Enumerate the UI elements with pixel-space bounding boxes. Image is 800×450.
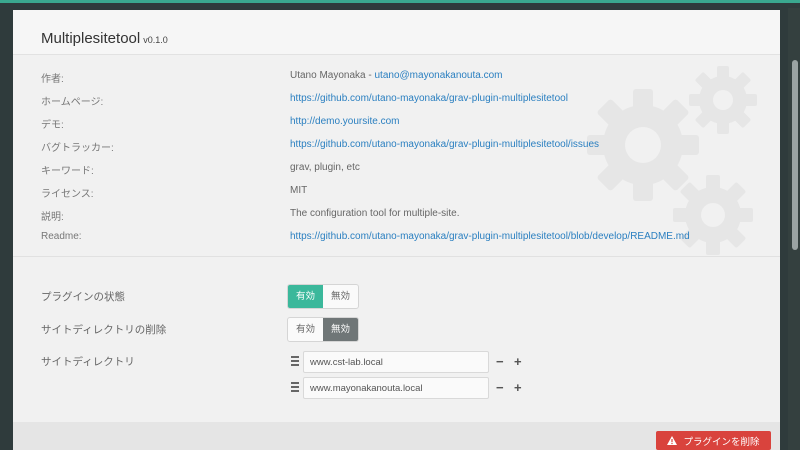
bugtracker-link[interactable]: https://github.com/utano-mayonaka/grav-p… [290,139,599,150]
readme-link[interactable]: https://github.com/utano-mayonaka/grav-p… [290,231,690,242]
info-label: キーワード: [41,166,94,177]
page-title: Multiplesitetool v0.1.0 [41,30,168,47]
plugin-state-toggle: 有効 無効 [287,284,359,309]
plugin-state-label: プラグインの状態 [41,291,125,303]
info-label: 作者: [41,74,64,85]
description-value: The configuration tool for multiple-site… [290,208,460,219]
author-email-link[interactable]: utano@mayonakanouta.com [375,70,503,81]
delete-site-dir-disabled-option[interactable]: 無効 [323,318,358,341]
plugin-version: v0.1.0 [143,35,168,45]
site-directory-label: サイトディレクトリ [41,356,135,368]
plugin-state-enabled-option[interactable]: 有効 [288,285,323,308]
demo-link[interactable]: http://demo.yoursite.com [290,116,400,127]
author-name: Utano Mayonaka - [290,70,375,81]
scrollbar-thumb[interactable] [792,60,798,250]
info-label: 説明: [41,212,64,223]
remove-item-button[interactable]: − [496,381,504,395]
site-directory-input[interactable]: www.cst-lab.local [303,351,489,373]
drag-handle-icon[interactable] [291,382,299,394]
homepage-link[interactable]: https://github.com/utano-mayonaka/grav-p… [290,93,568,104]
add-item-button[interactable]: + [514,355,522,369]
delete-site-dir-enabled-option[interactable]: 有効 [288,318,323,341]
drag-handle-icon[interactable] [291,356,299,368]
plugin-panel: Multiplesitetool v0.1.0 作者: Utano Mayona… [13,10,780,450]
license-value: MIT [290,185,308,196]
top-accent-bar [0,0,800,3]
site-directory-input[interactable]: www.mayonakanouta.local [303,377,489,399]
plugin-title: Multiplesitetool [41,30,141,47]
delete-plugin-label: プラグインを削除 [683,436,760,448]
delete-site-dir-toggle: 有効 無効 [287,317,359,342]
section-divider [13,256,780,257]
delete-site-dir-label: サイトディレクトリの削除 [41,324,167,336]
info-label: Readme: [41,231,82,242]
info-label: バグトラッカー: [41,143,114,154]
remove-item-button[interactable]: − [496,355,504,369]
info-value: Utano Mayonaka - utano@mayonakanouta.com [290,70,503,81]
keywords-value: grav, plugin, etc [290,162,360,173]
add-item-button[interactable]: + [514,381,522,395]
panel-header: Multiplesitetool v0.1.0 [13,10,780,55]
info-label: デモ: [41,120,64,131]
info-label: ホームページ: [41,97,104,108]
info-label: ライセンス: [41,189,94,200]
delete-plugin-button[interactable]: プラグインを削除 [656,431,771,450]
warning-icon [667,436,678,445]
plugin-state-disabled-option[interactable]: 無効 [323,285,358,308]
